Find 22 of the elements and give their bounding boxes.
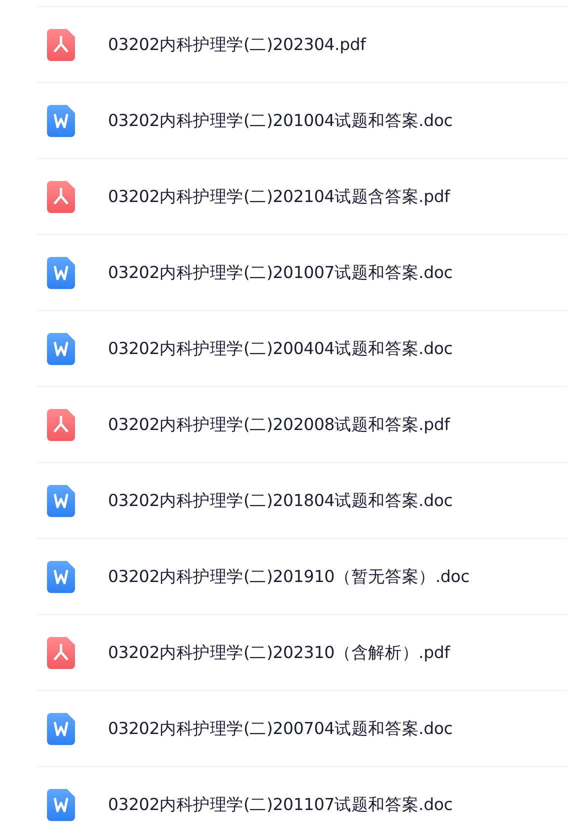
word-file-icon	[47, 712, 75, 744]
pdf-file-icon	[47, 636, 75, 668]
file-name[interactable]: 03202内科护理学(二)202008试题和答案.pdf	[108, 414, 450, 436]
word-file-icon	[47, 256, 75, 288]
file-name[interactable]: 03202内科护理学(二)200404试题和答案.doc	[108, 338, 453, 360]
pdf-file-icon	[47, 28, 75, 60]
word-file-icon	[47, 788, 75, 820]
file-name[interactable]: 03202内科护理学(二)201007试题和答案.doc	[108, 262, 453, 284]
word-file-icon	[47, 104, 75, 136]
file-name[interactable]: 03202内科护理学(二)202304.pdf	[108, 34, 366, 56]
pdf-file-icon	[47, 180, 75, 212]
word-file-icon	[47, 484, 75, 516]
pdf-file-icon	[47, 408, 75, 440]
word-file-icon	[47, 560, 75, 592]
file-name[interactable]: 03202内科护理学(二)200704试题和答案.doc	[108, 718, 453, 740]
file-name[interactable]: 03202内科护理学(二)202310（含解析）.pdf	[108, 642, 450, 664]
file-name[interactable]: 03202内科护理学(二)202104试题含答案.pdf	[108, 186, 450, 208]
file-name[interactable]: 03202内科护理学(二)201910（暂无答案）.doc	[108, 566, 470, 588]
file-name[interactable]: 03202内科护理学(二)201004试题和答案.doc	[108, 110, 453, 132]
word-file-icon	[47, 332, 75, 364]
file-name[interactable]: 03202内科护理学(二)201804试题和答案.doc	[108, 490, 453, 512]
file-name[interactable]: 03202内科护理学(二)201107试题和答案.doc	[108, 794, 453, 816]
